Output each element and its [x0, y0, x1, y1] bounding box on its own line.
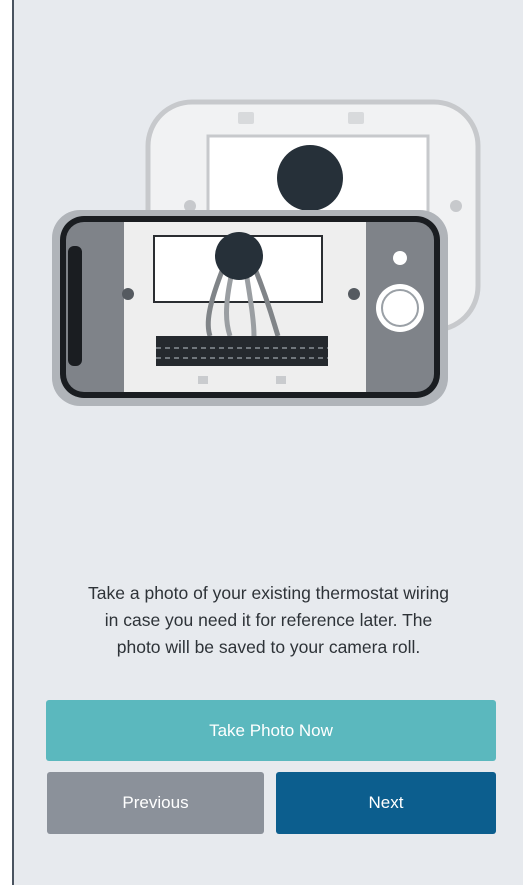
wiring-photo-screen: Take a photo of your existing thermostat…: [12, 0, 523, 885]
next-label: Next: [368, 793, 404, 812]
take-photo-now-button[interactable]: Take Photo Now: [46, 700, 496, 761]
next-button[interactable]: Next: [276, 772, 496, 834]
phone-photographing-thermostat-illustration: [52, 99, 481, 406]
take-photo-now-label: Take Photo Now: [209, 720, 333, 740]
instructions-line-1: Take a photo of your existing thermostat…: [88, 583, 449, 603]
photo-instructions: Take a photo of your existing thermostat…: [14, 580, 523, 661]
previous-button[interactable]: Previous: [47, 772, 264, 834]
instructions-line-2: in case you need it for reference later.…: [104, 610, 433, 630]
previous-label: Previous: [122, 793, 189, 812]
instructions-line-3: photo will be saved to your camera roll.: [116, 637, 421, 657]
phone-icon: [52, 210, 448, 406]
